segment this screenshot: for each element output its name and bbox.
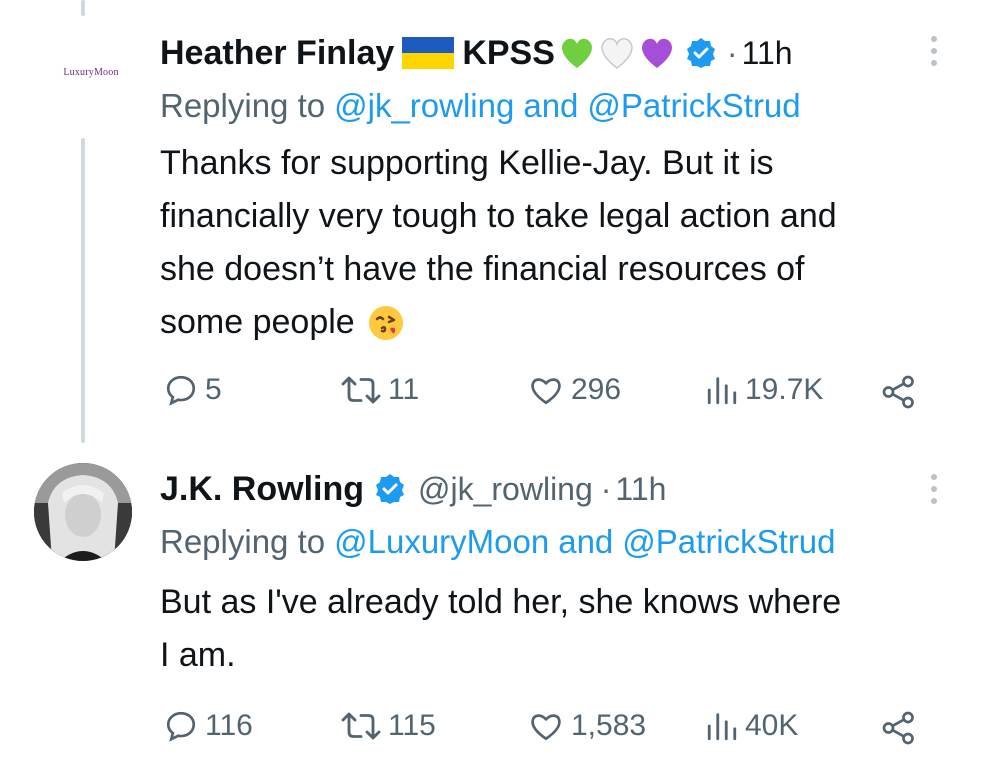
retweet-icon [341, 712, 381, 740]
reply-icon [166, 375, 196, 406]
reply-count: 116 [205, 709, 253, 742]
replying-to: Replying to @jk_rowling and @PatrickStru… [160, 84, 801, 128]
retweet-icon [341, 376, 381, 404]
tweet-text-line: financially very tough to take legal act… [160, 197, 837, 235]
name-suffix: KPSS [462, 33, 555, 72]
mention-link[interactable]: @PatrickStrud [587, 87, 800, 125]
tweet-text-line: some people [160, 303, 355, 341]
replying-prefix: Replying to [160, 523, 326, 560]
tweet-header: Heather Finlay KPSS · 11h [160, 30, 793, 76]
reply-icon [166, 711, 196, 742]
like-icon [531, 378, 561, 405]
views-button[interactable]: 19.7K [705, 372, 823, 408]
handle[interactable]: @jk_rowling [418, 471, 593, 508]
views-count: 40K [745, 709, 799, 742]
mention-link[interactable]: @LuxuryMoon [334, 523, 549, 561]
display-name[interactable]: J.K. Rowling [160, 470, 364, 509]
share-button[interactable] [879, 710, 919, 746]
more-icon[interactable] [928, 474, 940, 504]
like-icon [531, 714, 561, 741]
replying-prefix: Replying to [160, 87, 326, 124]
timestamp[interactable]: 11h [615, 471, 666, 508]
retweet-button[interactable]: 11 [340, 372, 419, 408]
tweet-text-line: But as I've already told her, she knows … [160, 583, 842, 621]
more-icon[interactable] [928, 36, 940, 66]
separator-dot: · [726, 34, 738, 71]
green-heart-icon [561, 38, 592, 68]
separator-dot: · [600, 470, 612, 507]
tweet-actions: 116 115 1,583 40K [0, 706, 986, 750]
thread-line-top [81, 0, 85, 16]
share-icon [882, 375, 914, 409]
avatar-logo-text: LuxuryMoon [63, 66, 119, 78]
views-icon [707, 377, 737, 405]
retweet-count: 11 [388, 373, 420, 406]
tweet-actions: 5 11 296 19.7K [0, 370, 986, 414]
like-button[interactable]: 1,583 [527, 708, 646, 744]
views-count: 19.7K [745, 373, 824, 406]
like-button[interactable]: 296 [527, 372, 621, 408]
like-count: 1,583 [571, 709, 647, 742]
tweet-header: J.K. Rowling @jk_rowling · 11h [160, 466, 666, 512]
display-name[interactable]: Heather Finlay [160, 34, 394, 73]
white-heart-icon [601, 38, 633, 69]
tweet-text-line: she doesn’t have the financial resources… [160, 250, 805, 288]
and-link[interactable]: and [523, 87, 578, 125]
tweet-text-line: I am. [160, 636, 236, 674]
tweet-text: Thanks for supporting Kellie-Jay. But it… [160, 137, 837, 349]
views-button[interactable]: 40K [705, 708, 798, 744]
profile-photo [34, 463, 132, 561]
views-icon [707, 713, 737, 741]
kissing-face-icon [368, 305, 403, 340]
verified-badge-icon [376, 474, 404, 504]
reply-button[interactable]: 116 [163, 708, 253, 744]
reply-button[interactable]: 5 [163, 372, 222, 408]
mention-link[interactable]: @PatrickStrud [622, 523, 835, 561]
and-link[interactable]: and [558, 523, 613, 561]
like-count: 296 [571, 373, 622, 406]
tweet-text-line: Thanks for supporting Kellie-Jay. But it… [160, 144, 774, 182]
timestamp[interactable]: 11h [742, 35, 793, 72]
ukraine-flag-icon [402, 37, 455, 69]
share-button[interactable] [879, 374, 919, 410]
retweet-button[interactable]: 115 [340, 708, 436, 744]
verified-badge-icon [686, 38, 715, 68]
replying-to: Replying to @LuxuryMoon and @PatrickStru… [160, 520, 836, 564]
mention-link[interactable]: @jk_rowling [334, 87, 514, 125]
purple-heart-icon [641, 38, 672, 68]
share-icon [882, 711, 914, 745]
reply-count: 5 [205, 373, 222, 406]
avatar[interactable] [34, 463, 132, 561]
retweet-count: 115 [388, 709, 436, 742]
avatar[interactable]: LuxuryMoon [12, 22, 152, 122]
tweet-text: But as I've already told her, she knows … [160, 576, 841, 682]
